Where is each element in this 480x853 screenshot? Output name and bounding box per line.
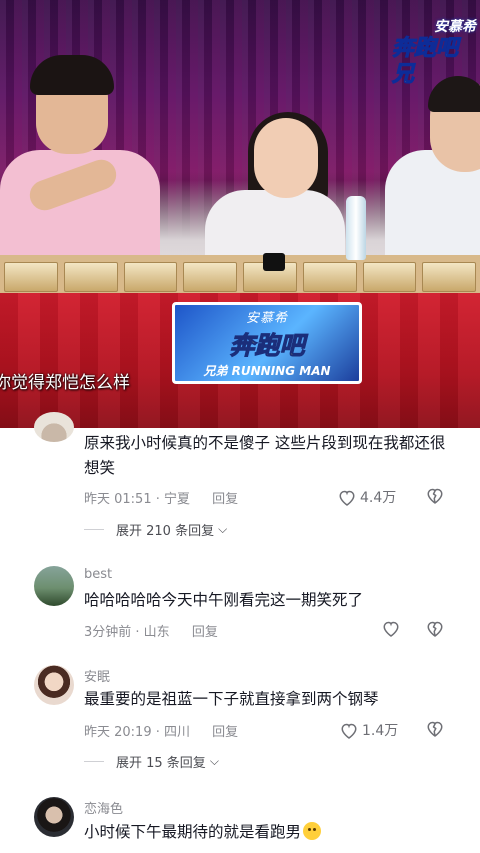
comment-time-location: 3分钟前 · 山东 [84, 625, 170, 640]
divider [84, 761, 104, 762]
reply-button[interactable]: 回复 [192, 625, 218, 640]
comment-text: 小时候下午最期待的就是看跑男 [84, 820, 454, 845]
heart-icon [341, 723, 357, 739]
show-logo-sign: 安慕希 奔跑吧 兄弟 RUNNING MAN [172, 302, 362, 384]
like-button[interactable] [382, 620, 400, 637]
small-camera [263, 253, 285, 271]
chevron-down-icon: ⌵ [209, 754, 219, 768]
reply-button[interactable]: 回复 [212, 492, 238, 507]
like-button[interactable]: 1.4万 [340, 720, 398, 740]
expand-replies-label: 展开 210 条回复 [116, 524, 215, 539]
corner-logo-sponsor: 安慕希 [434, 19, 476, 35]
divider [84, 529, 104, 530]
comment-text: 最重要的是祖蓝一下子就直接拿到两个钢琴 [84, 690, 379, 708]
avatar[interactable] [34, 797, 74, 837]
comment-meta: 昨天 01:51 · 宁夏 回复 [84, 488, 238, 507]
sign-sponsor: 安慕希 [245, 311, 288, 326]
expand-replies[interactable]: 展开 210 条回复 ⌵ [84, 520, 227, 539]
broken-heart-icon [427, 621, 443, 637]
avatar[interactable] [34, 566, 74, 606]
water-bottle [346, 196, 366, 260]
smile-emoji-icon [303, 822, 322, 840]
corner-show-logo: 安慕希 奔跑吧兄 [392, 16, 480, 88]
sign-title: 奔跑吧 [229, 331, 305, 361]
corner-logo-title: 奔跑吧兄 [392, 36, 459, 88]
comment-text: 原来我小时候真的不是傻子 这些片段到现在我都还很想笑 [84, 434, 446, 477]
username[interactable]: 安眠 [84, 666, 110, 685]
video-subtitle: 你觉得郑恺怎么样 [0, 373, 130, 393]
heart-icon [383, 621, 399, 637]
dislike-button[interactable] [426, 720, 444, 737]
gift-boxes [0, 262, 480, 292]
comment-time-location: 昨天 20:19 · 四川 [84, 725, 190, 740]
heart-icon [339, 490, 355, 506]
broken-heart-icon [427, 488, 443, 504]
broken-heart-icon [427, 721, 443, 737]
avatar[interactable] [34, 665, 74, 705]
comment-list[interactable]: 原来我小时候真的不是傻子 这些片段到现在我都还很想笑 昨天 01:51 · 宁夏… [0, 412, 480, 853]
dislike-button[interactable] [426, 620, 444, 637]
comment-meta: 昨天 20:19 · 四川 回复 [84, 721, 238, 740]
like-count: 1.4万 [362, 723, 399, 739]
username[interactable]: 恋海色 [84, 798, 123, 817]
comment-text-body: 小时候下午最期待的就是看跑男 [84, 823, 302, 841]
dislike-button[interactable] [426, 487, 444, 504]
username[interactable]: best [84, 567, 112, 582]
video-player[interactable]: 安慕希 奔跑吧 兄弟 RUNNING MAN 安慕希 奔跑吧兄 你觉得郑恺怎么样 [0, 0, 480, 428]
comment-time-location: 昨天 01:51 · 宁夏 [84, 492, 190, 507]
reply-button[interactable]: 回复 [212, 725, 238, 740]
comment-meta: 3分钟前 · 山东 回复 [84, 621, 218, 640]
chevron-down-icon: ⌵ [218, 522, 228, 536]
comment-text: 哈哈哈哈哈今天中午刚看完这一期笑死了 [84, 591, 364, 609]
sign-subtitle: 兄弟 RUNNING MAN [203, 364, 331, 378]
avatar[interactable] [34, 412, 74, 442]
expand-replies-label: 展开 15 条回复 [116, 756, 206, 771]
like-count: 4.4万 [360, 490, 397, 506]
like-button[interactable]: 4.4万 [338, 487, 396, 507]
expand-replies[interactable]: 展开 15 条回复 ⌵ [84, 752, 219, 771]
